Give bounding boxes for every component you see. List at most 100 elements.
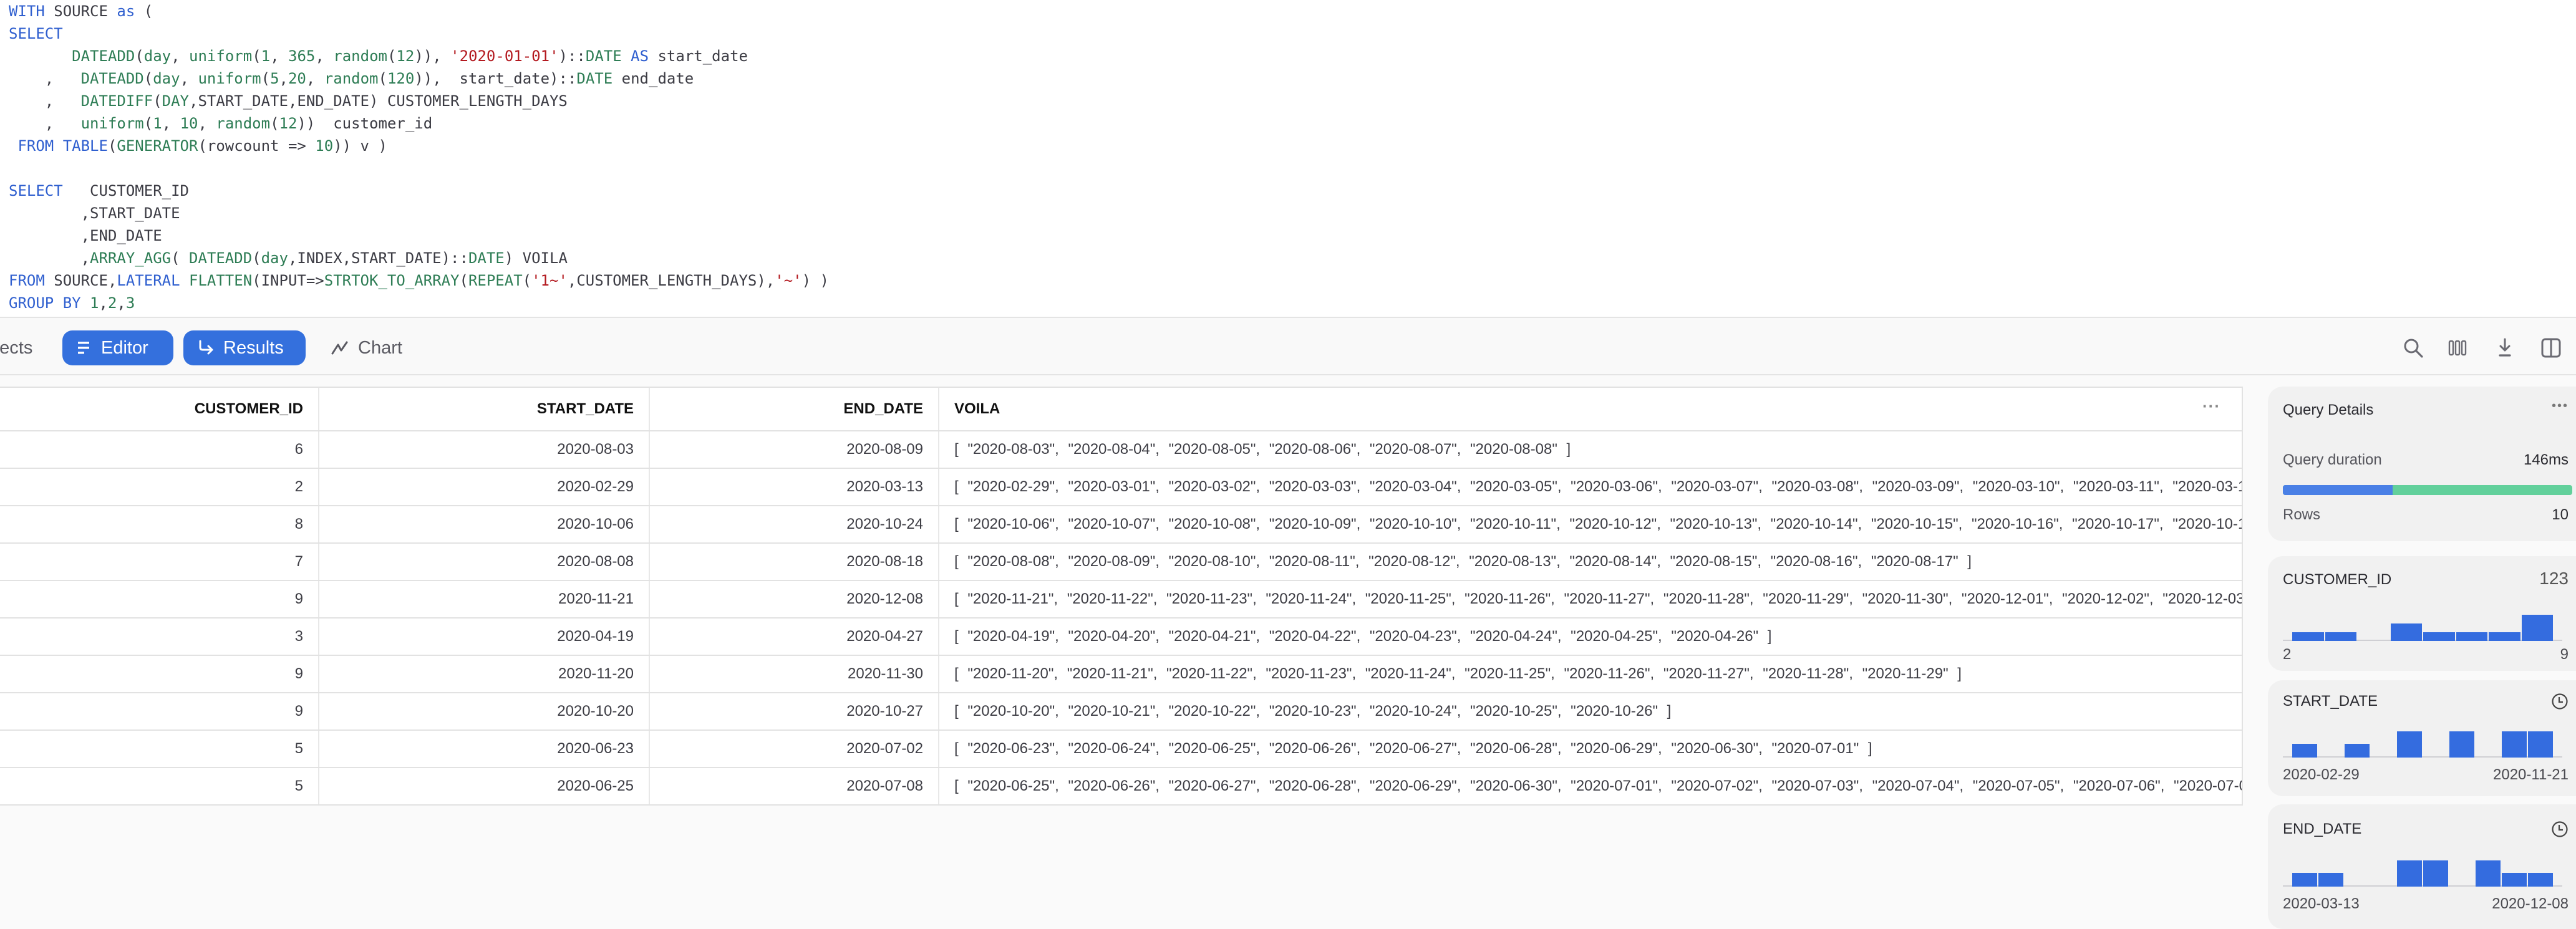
cell-customer-id[interactable]: 7 — [0, 544, 319, 580]
code-line[interactable]: FROM SOURCE,LATERAL FLATTEN(INPUT=>STRTO… — [9, 269, 829, 292]
download-button[interactable] — [2494, 337, 2516, 359]
cell-end-date[interactable]: 2020-08-18 — [650, 544, 939, 580]
cell-start-date[interactable]: 2020-11-20 — [319, 656, 650, 692]
histogram-bar[interactable] — [2423, 860, 2448, 887]
cell-end-date[interactable]: 2020-04-27 — [650, 619, 939, 655]
cell-customer-id[interactable]: 3 — [0, 619, 319, 655]
cell-voila[interactable]: [ "2020-04-19", "2020-04-20", "2020-04-2… — [939, 619, 2242, 655]
cell-start-date[interactable]: 2020-10-20 — [319, 693, 650, 729]
column-stats-customer-id[interactable]: CUSTOMER_ID 123 2 9 — [2268, 556, 2576, 671]
histogram-bar[interactable] — [2325, 632, 2356, 641]
cell-end-date[interactable]: 2020-08-09 — [650, 431, 939, 468]
cell-start-date[interactable]: 2020-11-21 — [319, 581, 650, 617]
histogram-bar[interactable] — [2292, 744, 2317, 758]
table-row[interactable]: 5 2020-06-23 2020-07-02 [ "2020-06-23", "20… — [0, 731, 2242, 768]
histogram-bar[interactable] — [2423, 632, 2455, 641]
code-line[interactable]: , uniform(1, 10, random(12)) customer_id — [9, 112, 829, 135]
cell-voila[interactable]: [ "2020-06-25", "2020-06-26", "2020-06-2… — [939, 768, 2242, 804]
code-line[interactable]: ,END_DATE — [9, 224, 829, 247]
table-row[interactable]: 2 2020-02-29 2020-03-13 [ "2020-02-29", "20… — [0, 469, 2242, 506]
cell-end-date[interactable]: 2020-03-13 — [650, 469, 939, 505]
cell-customer-id[interactable]: 9 — [0, 693, 319, 729]
table-row[interactable]: 3 2020-04-19 2020-04-27 [ "2020-04-19", "20… — [0, 619, 2242, 656]
code-line[interactable]: SELECT — [9, 22, 829, 45]
table-row[interactable]: 9 2020-11-21 2020-12-08 [ "2020-11-21", "20… — [0, 581, 2242, 619]
cell-start-date[interactable]: 2020-02-29 — [319, 469, 650, 505]
cell-voila[interactable]: [ "2020-10-20", "2020-10-21", "2020-10-2… — [939, 693, 2242, 729]
cell-voila[interactable]: [ "2020-11-21", "2020-11-22", "2020-11-2… — [939, 581, 2242, 617]
code-line[interactable]: , DATEDIFF(DAY,START_DATE,END_DATE) CUST… — [9, 90, 829, 112]
code-line[interactable]: , DATEADD(day, uniform(5,20, random(120)… — [9, 67, 829, 90]
column-stats-end-date[interactable]: END_DATE 2020-03-13 2020-12-08 — [2268, 804, 2576, 929]
histogram-bar[interactable] — [2292, 632, 2324, 641]
objects-tab[interactable]: Objects — [0, 330, 32, 365]
cell-voila[interactable]: [ "2020-06-23", "2020-06-24", "2020-06-2… — [939, 731, 2242, 767]
column-header-customer-id[interactable]: CUSTOMER_ID — [0, 388, 319, 430]
code-line[interactable]: ,ARRAY_AGG( DATEADD(day,INDEX,START_DATE… — [9, 247, 829, 269]
split-view-button[interactable] — [2540, 337, 2562, 359]
editor-toggle-button[interactable]: Editor — [62, 330, 173, 365]
histogram-bar[interactable] — [2292, 873, 2317, 887]
columns-button[interactable] — [2446, 337, 2469, 359]
code-line[interactable]: WITH SOURCE as ( — [9, 0, 829, 22]
table-row[interactable]: 9 2020-10-20 2020-10-27 [ "2020-10-20", "20… — [0, 693, 2242, 731]
cell-voila[interactable]: [ "2020-02-29", "2020-03-01", "2020-03-0… — [939, 469, 2242, 505]
table-row[interactable]: 7 2020-08-08 2020-08-18 [ "2020-08-08", "20… — [0, 544, 2242, 581]
histogram-bar[interactable] — [2449, 731, 2474, 758]
cell-end-date[interactable]: 2020-12-08 — [650, 581, 939, 617]
histogram-bar[interactable] — [2345, 744, 2370, 758]
chart-tab[interactable]: Chart — [331, 330, 402, 365]
histogram-bar[interactable] — [2390, 623, 2422, 641]
cell-customer-id[interactable]: 6 — [0, 431, 319, 468]
results-toggle-button[interactable]: Results — [183, 330, 306, 365]
table-row[interactable]: 9 2020-11-20 2020-11-30 [ "2020-11-20", "20… — [0, 656, 2242, 693]
table-row[interactable]: 5 2020-06-25 2020-07-08 [ "2020-06-25", "20… — [0, 768, 2242, 806]
histogram-bar[interactable] — [2397, 860, 2422, 887]
histogram-bar[interactable] — [2528, 731, 2553, 758]
column-header-end-date[interactable]: END_DATE — [650, 388, 939, 430]
cell-customer-id[interactable]: 9 — [0, 581, 319, 617]
histogram-bar[interactable] — [2502, 873, 2527, 887]
cell-end-date[interactable]: 2020-10-24 — [650, 506, 939, 542]
query-details-more-icon[interactable]: ••• — [2552, 399, 2569, 413]
cell-start-date[interactable]: 2020-08-08 — [319, 544, 650, 580]
cell-start-date[interactable]: 2020-04-19 — [319, 619, 650, 655]
column-stats-start-date[interactable]: START_DATE 2020-02-29 2020-11-21 — [2268, 680, 2576, 796]
code-line[interactable] — [9, 157, 829, 180]
code-line[interactable]: DATEADD(day, uniform(1, 365, random(12))… — [9, 45, 829, 67]
histogram-bar[interactable] — [2476, 860, 2501, 887]
histogram-bar[interactable] — [2397, 731, 2422, 758]
cell-end-date[interactable]: 2020-10-27 — [650, 693, 939, 729]
table-row[interactable]: 6 2020-08-03 2020-08-09 [ "2020-08-03", "20… — [0, 431, 2242, 469]
code-line[interactable]: ,START_DATE — [9, 202, 829, 224]
column-menu-icon[interactable]: ··· — [2202, 397, 2220, 416]
cell-voila[interactable]: [ "2020-11-20", "2020-11-21", "2020-11-2… — [939, 656, 2242, 692]
cell-end-date[interactable]: 2020-07-02 — [650, 731, 939, 767]
cell-start-date[interactable]: 2020-06-23 — [319, 731, 650, 767]
histogram-bar[interactable] — [2502, 731, 2527, 758]
cell-customer-id[interactable]: 5 — [0, 768, 319, 804]
sql-editor[interactable]: WITH SOURCE as (SELECT DATEADD(day, unif… — [0, 0, 2576, 317]
code-line[interactable]: GROUP BY 1,2,3 — [9, 292, 829, 314]
cell-end-date[interactable]: 2020-07-08 — [650, 768, 939, 804]
cell-customer-id[interactable]: 8 — [0, 506, 319, 542]
histogram-bar[interactable] — [2528, 873, 2553, 887]
sql-code[interactable]: WITH SOURCE as (SELECT DATEADD(day, unif… — [9, 0, 829, 314]
code-line[interactable]: FROM TABLE(GENERATOR(rowcount => 10)) v … — [9, 135, 829, 157]
histogram-bar[interactable] — [2521, 615, 2553, 641]
histogram-bar[interactable] — [2489, 632, 2520, 641]
histogram-bar[interactable] — [2456, 632, 2487, 641]
histogram-bar[interactable] — [2318, 873, 2343, 887]
code-line[interactable]: SELECT CUSTOMER_ID — [9, 180, 829, 202]
column-header-start-date[interactable]: START_DATE — [319, 388, 650, 430]
cell-customer-id[interactable]: 9 — [0, 656, 319, 692]
search-button[interactable] — [2402, 337, 2424, 359]
cell-customer-id[interactable]: 5 — [0, 731, 319, 767]
cell-start-date[interactable]: 2020-06-25 — [319, 768, 650, 804]
cell-start-date[interactable]: 2020-10-06 — [319, 506, 650, 542]
cell-voila[interactable]: [ "2020-08-08", "2020-08-09", "2020-08-1… — [939, 544, 2242, 580]
cell-start-date[interactable]: 2020-08-03 — [319, 431, 650, 468]
cell-end-date[interactable]: 2020-11-30 — [650, 656, 939, 692]
cell-customer-id[interactable]: 2 — [0, 469, 319, 505]
cell-voila[interactable]: [ "2020-10-06", "2020-10-07", "2020-10-0… — [939, 506, 2242, 542]
